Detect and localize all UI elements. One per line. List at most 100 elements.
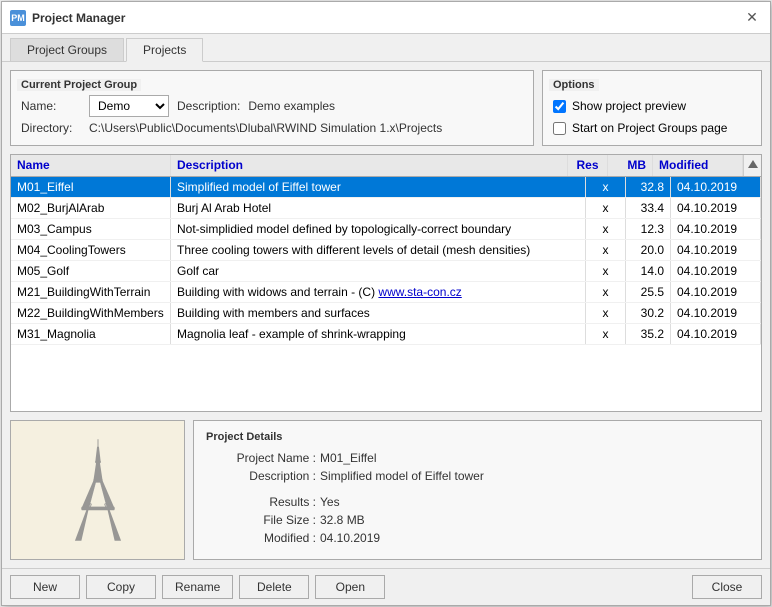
tab-project-groups[interactable]: Project Groups	[10, 38, 124, 61]
table-header: Name Description Res MB Modified	[11, 155, 761, 177]
cell-name: M31_Magnolia	[11, 324, 171, 344]
tab-projects[interactable]: Projects	[126, 38, 203, 62]
project-preview-box	[10, 420, 185, 560]
start-on-groups-checkbox[interactable]	[553, 122, 566, 135]
cell-modified: 04.10.2019	[671, 282, 761, 302]
scrollbar-header	[743, 155, 761, 176]
cell-modified: 04.10.2019	[671, 303, 761, 323]
cell-modified: 04.10.2019	[671, 324, 761, 344]
detail-description-value: Simplified model of Eiffel tower	[320, 469, 484, 483]
projects-table: Name Description Res MB Modified M01_Eif…	[10, 154, 762, 412]
detail-modified-label: Modified :	[206, 531, 316, 545]
table-row[interactable]: M31_Magnolia Magnolia leaf - example of …	[11, 324, 761, 345]
directory-value: C:\Users\Public\Documents\Dlubal\RWIND S…	[89, 121, 442, 135]
cell-res: x	[586, 240, 626, 260]
new-button[interactable]: New	[10, 575, 80, 599]
sort-icon	[744, 155, 762, 173]
cell-res: x	[586, 219, 626, 239]
detail-results-value: Yes	[320, 495, 340, 509]
detail-project-name-label: Project Name :	[206, 451, 316, 465]
cell-description: Three cooling towers with different leve…	[171, 240, 586, 260]
open-button[interactable]: Open	[315, 575, 385, 599]
detail-project-name-value: M01_Eiffel	[320, 451, 376, 465]
detail-modified-row: Modified : 04.10.2019	[206, 531, 749, 545]
current-project-group-box: Current Project Group Name: Demo Descrip…	[10, 70, 534, 146]
cell-mb: 20.0	[626, 240, 671, 260]
description-value: Demo examples	[248, 99, 335, 113]
title-bar-left: PM Project Manager	[10, 10, 125, 26]
col-header-description: Description	[171, 155, 568, 176]
bottom-row: Project Details Project Name : M01_Eiffe…	[10, 420, 762, 560]
table-row[interactable]: M01_Eiffel Simplified model of Eiffel to…	[11, 177, 761, 198]
project-details-title: Project Details	[202, 431, 286, 443]
show-preview-checkbox[interactable]	[553, 100, 566, 113]
col-header-modified: Modified	[653, 155, 743, 176]
cell-name: M04_CoolingTowers	[11, 240, 171, 260]
col-header-res: Res	[568, 155, 608, 176]
cell-name: M21_BuildingWithTerrain	[11, 282, 171, 302]
tab-bar: Project Groups Projects	[2, 34, 770, 62]
eiffel-preview-image	[38, 430, 158, 550]
cell-name: M22_BuildingWithMembers	[11, 303, 171, 323]
cell-modified: 04.10.2019	[671, 240, 761, 260]
cell-description: Magnolia leaf - example of shrink-wrappi…	[171, 324, 586, 344]
cell-res: x	[586, 177, 626, 197]
content-area: Current Project Group Name: Demo Descrip…	[2, 62, 770, 568]
copy-button[interactable]: Copy	[86, 575, 156, 599]
table-row[interactable]: M21_BuildingWithTerrain Building with wi…	[11, 282, 761, 303]
project-manager-window: PM Project Manager ✕ Project Groups Proj…	[1, 1, 771, 606]
window-title: Project Manager	[32, 11, 125, 25]
table-body: M01_Eiffel Simplified model of Eiffel to…	[11, 177, 761, 411]
cell-name: M03_Campus	[11, 219, 171, 239]
detail-description-label: Description :	[206, 469, 316, 483]
cell-mb: 25.5	[626, 282, 671, 302]
close-window-button[interactable]: ✕	[742, 8, 762, 28]
cell-description: Building with widows and terrain - (C) w…	[171, 282, 586, 302]
directory-label: Directory:	[21, 121, 81, 135]
options-title: Options	[549, 79, 599, 91]
table-row[interactable]: M22_BuildingWithMembers Building with me…	[11, 303, 761, 324]
delete-button[interactable]: Delete	[239, 575, 309, 599]
top-row: Current Project Group Name: Demo Descrip…	[10, 70, 762, 146]
detail-results-label: Results :	[206, 495, 316, 509]
start-on-groups-label: Start on Project Groups page	[572, 121, 727, 135]
close-button[interactable]: Close	[692, 575, 762, 599]
show-preview-row: Show project preview	[553, 99, 751, 113]
current-project-group-title: Current Project Group	[17, 79, 141, 91]
col-header-mb: MB	[608, 155, 653, 176]
cell-name: M02_BurjAlArab	[11, 198, 171, 218]
start-on-groups-row: Start on Project Groups page	[553, 121, 751, 135]
detail-project-name-row: Project Name : M01_Eiffel	[206, 451, 749, 465]
cell-res: x	[586, 198, 626, 218]
cell-modified: 04.10.2019	[671, 261, 761, 281]
show-preview-label: Show project preview	[572, 99, 686, 113]
cell-description: Simplified model of Eiffel tower	[171, 177, 586, 197]
cell-description: Not-simplidied model defined by topologi…	[171, 219, 586, 239]
project-details-content: Project Name : M01_Eiffel Description : …	[206, 451, 749, 545]
detail-results-row: Results : Yes	[206, 495, 749, 509]
directory-row: Directory: C:\Users\Public\Documents\Dlu…	[21, 121, 523, 135]
rename-button[interactable]: Rename	[162, 575, 233, 599]
cell-mb: 35.2	[626, 324, 671, 344]
project-group-content: Name: Demo Description: Demo examples Di…	[21, 95, 523, 135]
table-row[interactable]: M05_Golf Golf car x 14.0 04.10.2019	[11, 261, 761, 282]
detail-file-size-row: File Size : 32.8 MB	[206, 513, 749, 527]
table-row[interactable]: M04_CoolingTowers Three cooling towers w…	[11, 240, 761, 261]
table-row[interactable]: M02_BurjAlArab Burj Al Arab Hotel x 33.4…	[11, 198, 761, 219]
name-label: Name:	[21, 99, 81, 113]
cell-mb: 14.0	[626, 261, 671, 281]
description-label: Description:	[177, 99, 240, 113]
cell-description: Building with members and surfaces	[171, 303, 586, 323]
col-header-name: Name	[11, 155, 171, 176]
cell-mb: 12.3	[626, 219, 671, 239]
detail-file-size-value: 32.8 MB	[320, 513, 365, 527]
cell-modified: 04.10.2019	[671, 219, 761, 239]
cell-mb: 33.4	[626, 198, 671, 218]
cell-res: x	[586, 261, 626, 281]
detail-modified-value: 04.10.2019	[320, 531, 380, 545]
name-select[interactable]: Demo	[89, 95, 169, 117]
options-box: Options Show project preview Start on Pr…	[542, 70, 762, 146]
table-row[interactable]: M03_Campus Not-simplidied model defined …	[11, 219, 761, 240]
cell-name: M01_Eiffel	[11, 177, 171, 197]
button-bar: New Copy Rename Delete Open Close	[2, 568, 770, 605]
